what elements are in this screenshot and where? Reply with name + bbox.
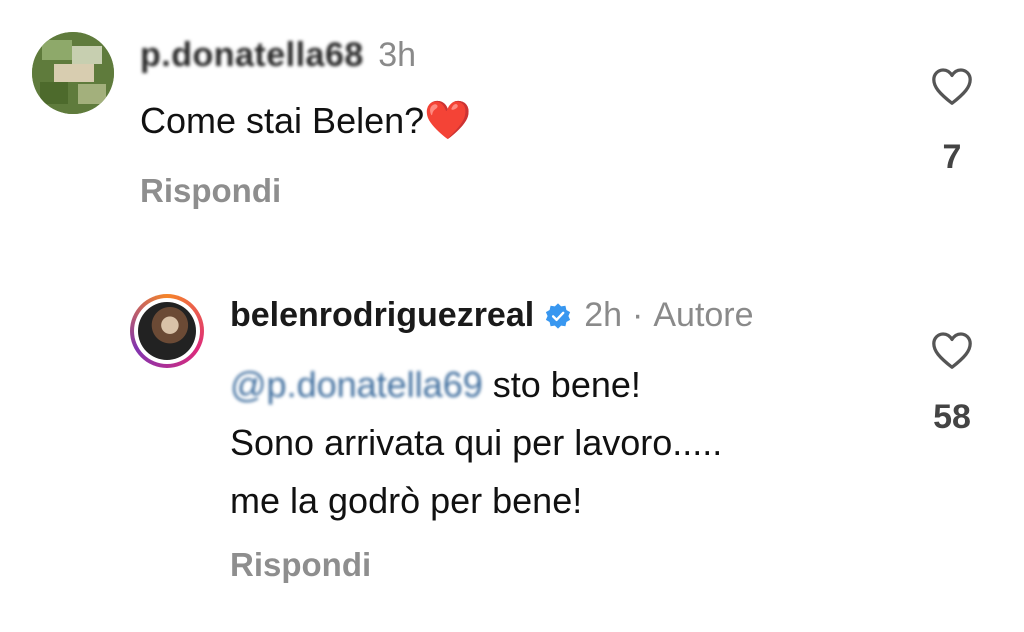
reply-time: 2h <box>584 296 623 334</box>
reply-button[interactable]: Rispondi <box>230 546 371 584</box>
avatar-pixel <box>72 46 102 64</box>
like-count: 58 <box>933 398 971 436</box>
reply-body: @p.donatella69 sto bene! Sono arrivata q… <box>230 360 722 526</box>
red-heart-emoji: ❤️ <box>424 100 472 142</box>
heart-outline-icon[interactable] <box>930 330 974 370</box>
reply-text-1: sto bene! <box>492 364 641 405</box>
avatar-p-donatella[interactable] <box>32 32 114 114</box>
avatar-pixel <box>54 64 94 82</box>
avatar-ring-gap <box>134 298 200 364</box>
comment-text: Come stai Belen? <box>140 100 425 141</box>
avatar-belenrodriguezreal[interactable] <box>130 294 204 368</box>
comment-header: p.donatella68 3h <box>140 36 416 75</box>
avatar-pixel <box>42 40 72 60</box>
reply-username[interactable]: belenrodriguezreal <box>230 296 534 335</box>
comment-body: Come stai Belen?❤️ <box>140 96 471 146</box>
avatar-pixel <box>40 82 68 104</box>
reply-separator: · <box>632 296 644 334</box>
author-badge: Autore <box>653 296 754 334</box>
like-count: 7 <box>942 138 962 176</box>
verified-check-icon <box>546 302 571 329</box>
comment-username[interactable]: p.donatella68 <box>140 36 364 74</box>
reply-text-2: Sono arrivata qui per lavoro..... <box>230 422 723 463</box>
reply-line-1: @p.donatella69 sto bene! <box>230 360 722 410</box>
mention-link[interactable]: @p.donatella69 <box>230 364 483 405</box>
comment-time: 3h <box>378 36 417 74</box>
heart-outline-icon[interactable] <box>930 66 974 106</box>
reply-button[interactable]: Rispondi <box>140 172 281 210</box>
reply-text-3: me la godrò per bene! <box>230 480 583 521</box>
reply-header: belenrodriguezreal 2h · Autore <box>230 296 754 335</box>
avatar-photo <box>138 302 196 360</box>
avatar-pixel <box>78 84 106 104</box>
